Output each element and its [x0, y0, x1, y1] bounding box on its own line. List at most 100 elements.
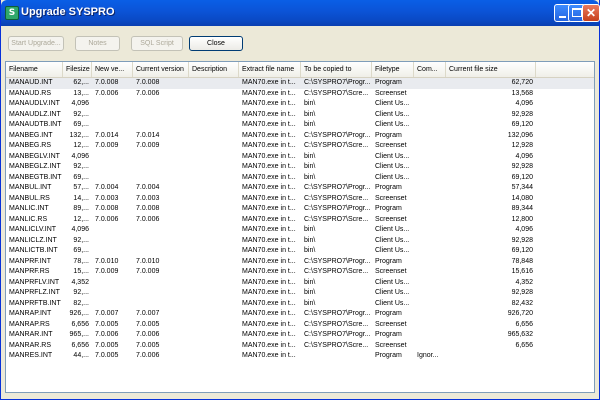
cell-filetype: Program	[375, 79, 402, 86]
close-window-button[interactable]: ✕	[582, 4, 600, 22]
table-row[interactable]: MANBEG.RS 12,... 7.0.009 7.0.009 MAN70.exe i…	[6, 141, 594, 152]
column-header-row: Filename Filesize New ve... Current version…	[6, 62, 594, 78]
table-row[interactable]: MANBEG.INT 132,... 7.0.014 7.0.014 MAN70.exe…	[6, 131, 594, 142]
table-row[interactable]: MANPRF.INT 78,... 7.0.010 7.0.010 MAN70.exe …	[6, 257, 594, 268]
cell-filesize: 57,...	[73, 184, 89, 191]
table-row[interactable]: MANAUD.INT 62,... 7.0.008 7.0.008 MAN70.exe …	[6, 78, 594, 89]
table-row[interactable]: MANAUDLZ.INT 92,... MAN70.exe in t... bin\ C…	[6, 110, 594, 121]
cell-filename: MANRAR.RS	[9, 341, 52, 349]
column-header-filename[interactable]: Filename	[6, 62, 63, 77]
cell-description	[189, 99, 239, 110]
column-header-comment[interactable]: Com...	[414, 62, 446, 77]
cell-extract-file-name: MAN70.exe in t...	[242, 320, 296, 328]
notes-button[interactable]: Notes	[75, 36, 120, 51]
cell-description	[189, 78, 239, 89]
cell-extract-file-name: MAN70.exe in t...	[242, 310, 296, 317]
cell-filename: MANPRF.INT	[9, 257, 51, 265]
table-row[interactable]: MANPRFLZ.INT 92,... MAN70.exe in t... bin\ C…	[6, 288, 594, 299]
cell-comment	[414, 204, 446, 215]
cell-comment	[414, 288, 446, 299]
cell-description	[189, 309, 239, 320]
cell-filetype: Client Us...	[375, 289, 410, 296]
table-row[interactable]: MANAUD.RS 13,... 7.0.006 7.0.006 MAN70.exe i…	[6, 89, 594, 100]
cell-comment	[414, 236, 446, 247]
cell-filename: MANAUDTB.INT	[9, 121, 62, 128]
file-rows: MANAUD.INT 62,... 7.0.008 7.0.008 MAN70.exe …	[6, 78, 594, 362]
cell-extract-file-name: MAN70.exe in t...	[242, 278, 296, 286]
cell-current-version	[133, 278, 189, 289]
cell-current-file-size: 4,096	[515, 226, 533, 233]
table-row[interactable]: MANBEGLV.INT 4,096 MAN70.exe in t... bin\ Cl…	[6, 152, 594, 163]
cell-new-version	[92, 120, 133, 131]
cell-new-version	[92, 110, 133, 121]
table-row[interactable]: MANRAR.RS 6,656 7.0.005 7.0.005 MAN70.exe in…	[6, 341, 594, 352]
table-row[interactable]: MANPRF.RS 15,... 7.0.009 7.0.009 MAN70.exe i…	[6, 267, 594, 278]
column-header-filesize[interactable]: Filesize	[63, 62, 92, 77]
cell-copy-destination: bin\	[304, 110, 316, 118]
table-row[interactable]: MANLICTB.INT 69,... MAN70.exe in t... bin\ C…	[6, 246, 594, 257]
column-header-description[interactable]: Description	[189, 62, 239, 77]
column-header-extract-file-name[interactable]: Extract file name	[239, 62, 301, 77]
cell-filename: MANBUL.RS	[9, 194, 50, 202]
sql-script-button[interactable]: SQL Script	[131, 36, 183, 51]
cell-copy-destination: bin\	[304, 226, 316, 233]
cell-comment	[414, 341, 446, 352]
cell-current-version: 7.0.005	[136, 341, 160, 349]
table-row[interactable]: MANPRFTB.INT 82,... MAN70.exe in t... bin\ C…	[6, 299, 594, 310]
cell-filesize: 62,...	[73, 79, 89, 86]
column-header-current-version[interactable]: Current version	[133, 62, 189, 77]
cell-current-file-size: 92,928	[511, 289, 533, 296]
table-row[interactable]: MANRES.INT 44,... 7.0.005 7.0.006 MAN70.exe …	[6, 351, 594, 362]
cell-new-version: 7.0.008	[95, 79, 119, 86]
cell-current-version: 7.0.003	[136, 194, 160, 202]
table-row[interactable]: MANBEGTB.INT 69,... MAN70.exe in t... bin\ C…	[6, 173, 594, 184]
cell-current-version	[133, 162, 189, 173]
cell-filename: MANPRFLZ.INT	[9, 289, 60, 296]
table-row[interactable]: MANRAR.INT 965,... 7.0.006 7.0.006 MAN70.exe…	[6, 330, 594, 341]
cell-description	[189, 162, 239, 173]
cell-current-version: 7.0.005	[136, 320, 160, 328]
file-list-grid[interactable]: Filename Filesize New ve... Current version…	[5, 61, 595, 393]
start-upgrade-button[interactable]: Start Upgrade...	[8, 36, 64, 51]
table-row[interactable]: MANBEGLZ.INT 92,... MAN70.exe in t... bin\ C…	[6, 162, 594, 173]
cell-copy-destination: bin\	[304, 278, 316, 286]
column-header-copy-destination[interactable]: To be copied to	[301, 62, 372, 77]
close-icon: ✕	[585, 6, 597, 20]
column-header-new-version[interactable]: New ve...	[92, 62, 133, 77]
cell-new-version	[92, 299, 133, 310]
table-row[interactable]: MANRAP.INT 926,... 7.0.007 7.0.007 MAN70.exe…	[6, 309, 594, 320]
table-row[interactable]: MANPRFLV.INT 4,352 MAN70.exe in t... bin\ Cl…	[6, 278, 594, 289]
table-row[interactable]: MANLICLV.INT 4,096 MAN70.exe in t... bin\ Cl…	[6, 225, 594, 236]
table-row[interactable]: MANRAP.RS 6,656 7.0.005 7.0.005 MAN70.exe in…	[6, 320, 594, 331]
cell-copy-destination: C:\SYSPRO7\Progr...	[304, 331, 371, 338]
table-row[interactable]: MANLIC.RS 12,... 7.0.006 7.0.006 MAN70.exe i…	[6, 215, 594, 226]
cell-extract-file-name: MAN70.exe in t...	[242, 215, 296, 223]
cell-description	[189, 257, 239, 268]
cell-current-version: 7.0.010	[136, 257, 160, 265]
table-row[interactable]: MANBUL.INT 57,... 7.0.004 7.0.004 MAN70.exe …	[6, 183, 594, 194]
cell-comment	[414, 183, 446, 194]
cell-extract-file-name: MAN70.exe in t...	[242, 341, 296, 349]
syspro-app-icon: S	[5, 6, 19, 20]
close-button[interactable]: Close	[189, 36, 243, 51]
cell-current-version	[133, 288, 189, 299]
table-row[interactable]: MANBUL.RS 14,... 7.0.003 7.0.003 MAN70.exe i…	[6, 194, 594, 205]
cell-description	[189, 173, 239, 184]
cell-filesize: 89,...	[73, 205, 89, 212]
cell-current-file-size: 6,656	[515, 341, 533, 349]
table-row[interactable]: MANAUDTB.INT 69,... MAN70.exe in t... bin\ C…	[6, 120, 594, 131]
cell-comment	[414, 110, 446, 121]
title-bar[interactable]: S Upgrade SYSPRO ✕	[1, 0, 600, 26]
column-header-current-file-size[interactable]: Current file size	[446, 62, 536, 77]
cell-filename: MANRAP.RS	[9, 320, 50, 328]
cell-new-version: 7.0.005	[95, 320, 119, 328]
cell-extract-file-name: MAN70.exe in t...	[242, 236, 296, 244]
cell-copy-destination: bin\	[304, 173, 316, 181]
table-row[interactable]: MANLICLZ.INT 92,... MAN70.exe in t... bin\ C…	[6, 236, 594, 247]
table-row[interactable]: MANAUDLV.INT 4,096 MAN70.exe in t... bin\ Cl…	[6, 99, 594, 110]
cell-current-file-size: 82,432	[511, 299, 533, 307]
table-row[interactable]: MANLIC.INT 89,... 7.0.008 7.0.008 MAN70.exe …	[6, 204, 594, 215]
column-header-filetype[interactable]: Filetype	[372, 62, 414, 77]
cell-filesize: 13,...	[73, 89, 89, 97]
cell-filetype: Screenset	[375, 268, 407, 275]
